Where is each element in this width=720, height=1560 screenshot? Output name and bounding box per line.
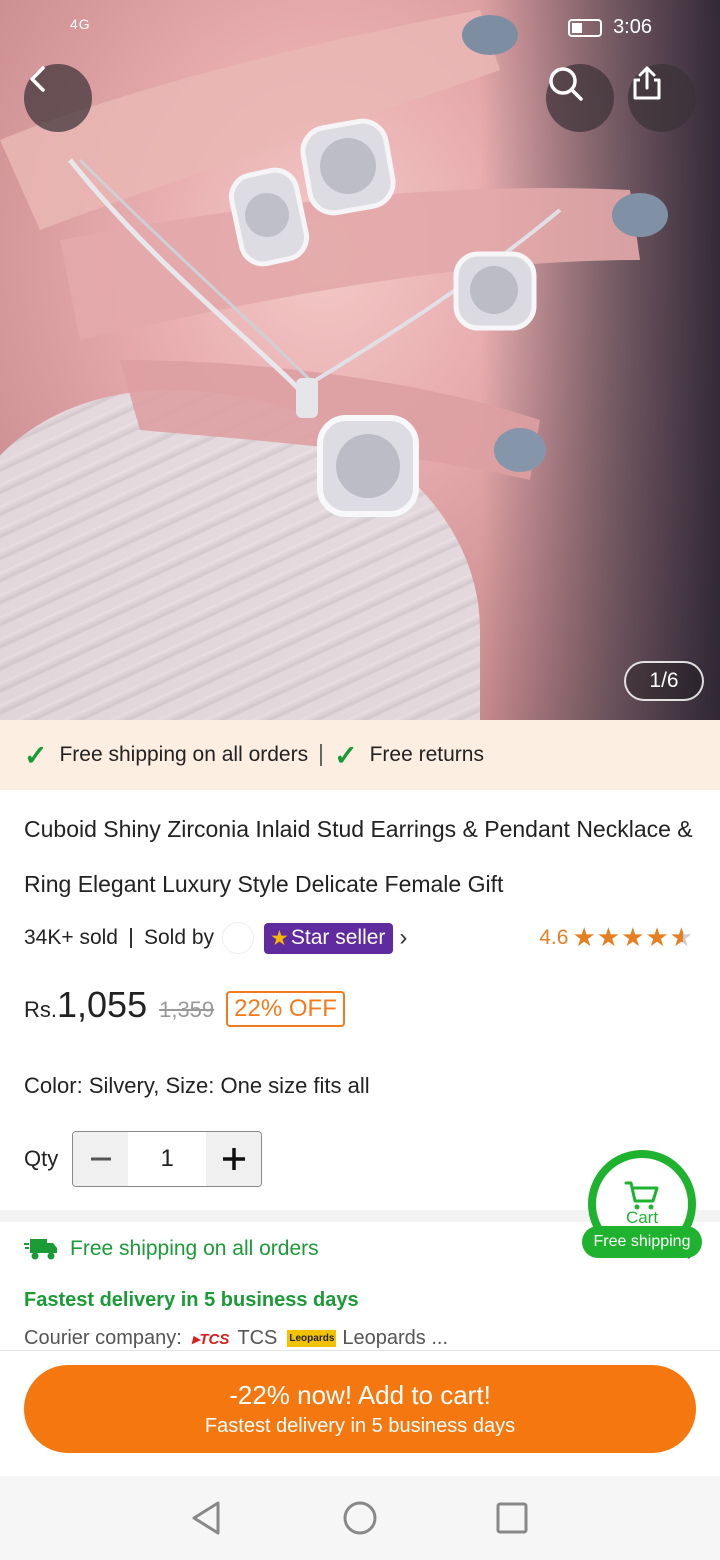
add-to-cart-button[interactable]: -22% now! Add to cart! Fastest delivery … — [24, 1365, 696, 1453]
search-button[interactable] — [546, 64, 614, 132]
battery-icon — [567, 18, 602, 37]
divider — [320, 744, 323, 766]
star-seller-badge[interactable]: ★ Star seller — [264, 922, 394, 954]
status-right: 3:06 — [567, 16, 652, 39]
courier-row: Courier company: ▸TCS TCS Leopards Leopa… — [24, 1327, 448, 1350]
quantity-row: Qty 1 — [24, 1131, 263, 1187]
plus-button[interactable] — [206, 1132, 262, 1186]
divider — [130, 928, 132, 948]
nav-recents-icon[interactable] — [494, 1500, 530, 1536]
chevron-left-icon — [30, 66, 45, 92]
status-bar: 4G 3:06 — [0, 14, 720, 44]
size-label: Size: — [165, 1073, 215, 1098]
variant-selection[interactable]: Color: Silvery, Size: One size fits all — [24, 1073, 370, 1099]
bottom-action-bar: -22% now! Add to cart! Fastest delivery … — [0, 1350, 720, 1476]
delivery-row[interactable]: Free shipping on all orders — [24, 1236, 319, 1262]
shipping-strip: ✓ Free shipping on all orders ✓ Free ret… — [0, 720, 720, 790]
courier-tcs: TCS — [237, 1327, 278, 1349]
seller-logo[interactable] — [222, 922, 255, 954]
star-icon: ★ — [270, 926, 289, 950]
nav-home-icon[interactable] — [342, 1500, 378, 1536]
qty-label: Qty — [24, 1146, 59, 1171]
network-indicator: 4G — [70, 16, 91, 32]
star-seller-label: Star seller — [290, 926, 386, 949]
free-shipping-label: Free shipping on all orders — [70, 1237, 319, 1260]
rating-stars-icon: ★★★★★ — [572, 922, 694, 952]
product-image[interactable]: 4G 3:06 1/6 — [0, 0, 720, 720]
back-button[interactable] — [24, 64, 92, 132]
quantity-value[interactable]: 1 — [128, 1132, 206, 1186]
rating-value: 4.6 — [539, 925, 569, 949]
chevron-right-icon[interactable]: › — [399, 924, 407, 952]
sold-by-label: Sold by — [144, 926, 215, 949]
cta-title: -22% now! Add to cart! — [229, 1380, 491, 1410]
cart-label: Cart — [625, 1208, 659, 1227]
clock: 3:06 — [613, 16, 652, 38]
rating[interactable]: 4.6 ★★★★★ — [539, 922, 694, 953]
free-shipping-tag: Free shipping — [582, 1226, 702, 1258]
minus-icon — [90, 1157, 111, 1161]
price: 1,055 — [57, 984, 148, 1025]
truck-icon — [24, 1239, 57, 1260]
share-button[interactable] — [628, 64, 696, 132]
currency: Rs. — [24, 997, 57, 1022]
courier-leopards: Leopards ... — [342, 1327, 449, 1349]
color-value: Silvery, — [88, 1073, 160, 1098]
discount-badge: 22% OFF — [226, 991, 345, 1027]
free-shipping-text: Free shipping on all orders — [59, 743, 309, 766]
plus-icon — [222, 1148, 245, 1170]
size-value: One size fits all — [220, 1073, 370, 1098]
cta-subtitle: Fastest delivery in 5 business days — [204, 1415, 516, 1437]
price-row: Rs. 1,055 1,359 22% OFF — [24, 984, 345, 1034]
product-title: Cuboid Shiny Zirconia Inlaid Stud Earrin… — [24, 816, 693, 897]
search-icon — [549, 67, 583, 101]
system-nav-bar — [0, 1476, 720, 1560]
tcs-logo: ▸TCS — [191, 1330, 230, 1348]
check-icon: ✓ — [24, 739, 48, 771]
minus-button[interactable] — [73, 1132, 129, 1186]
sold-count: 34K+ sold — [24, 926, 118, 949]
courier-label: Courier company: — [24, 1327, 182, 1349]
image-counter: 1/6 — [624, 661, 704, 701]
fastest-delivery: Fastest delivery in 5 business days — [24, 1289, 359, 1311]
share-icon — [633, 66, 661, 100]
old-price: 1,359 — [159, 997, 215, 1022]
free-returns-text: Free returns — [369, 743, 484, 766]
leopards-logo: Leopards — [287, 1330, 337, 1347]
check-icon: ✓ — [334, 739, 358, 771]
quantity-stepper: 1 — [72, 1131, 263, 1187]
color-label: Color: — [24, 1073, 83, 1098]
nav-back-icon[interactable] — [188, 1500, 224, 1536]
